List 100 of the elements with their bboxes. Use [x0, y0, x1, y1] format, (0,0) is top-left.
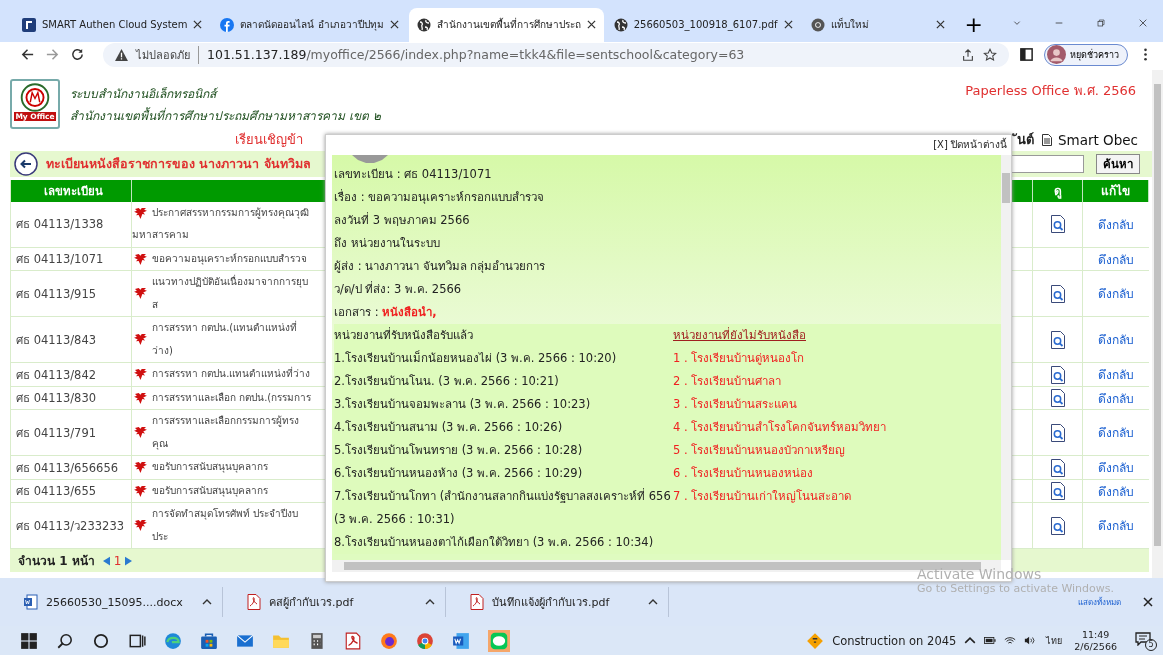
url-text: 101.51.137.189/myoffice/2566/index.php?name=tkk4&file=sentschool&category=63 [207, 47, 745, 63]
share-icon[interactable] [961, 47, 975, 62]
document-subject[interactable]: การสรรหาและเลือก กตปน.(กรรมการ [152, 386, 312, 410]
clock-date[interactable]: 2/6/2566 [1074, 640, 1117, 653]
smart-obec-link[interactable]: Smart Obec [1041, 131, 1138, 148]
caret-up-icon[interactable] [202, 599, 212, 606]
download-item[interactable]: คสผู้กำกับเวร.pdf [223, 587, 446, 618]
notification-icon[interactable] [1135, 631, 1151, 646]
address-bar[interactable]: ไม่ปลอดภัย 101.51.137.189/myoffice/2566/index.php?name=tkk4&file=sentschool&category=63 [103, 42, 1009, 67]
pull-back-link[interactable]: ดึงกลับ [1098, 249, 1134, 269]
received-heading: หน่วยงานที่รับหนังสือรับแล้ว [334, 326, 474, 344]
close-icon[interactable] [783, 20, 793, 30]
close-window-link[interactable]: [X] ปิดหน้าต่างนี้ [933, 137, 1007, 153]
document-subject[interactable]: มหาสารคาม [132, 224, 312, 247]
download-item[interactable]: บันทึกแจ้งผู้กำกับเวร.pdf [446, 587, 669, 618]
pull-back-link[interactable]: ดึงกลับ [1098, 423, 1134, 443]
browser-tab[interactable]: SMART Authen Cloud System [14, 7, 211, 42]
close-icon[interactable] [193, 20, 203, 30]
document-search-icon[interactable] [1049, 482, 1066, 501]
document-search-icon[interactable] [1049, 215, 1066, 234]
clock-time[interactable]: 11:49 [1081, 628, 1110, 641]
document-subject[interactable]: ขอรับการสนับสนุนบุคลากร [152, 479, 268, 503]
ring-icon[interactable] [92, 631, 110, 650]
reload-icon[interactable] [70, 47, 85, 63]
pull-back-link[interactable]: ดึงกลับ [1098, 365, 1134, 385]
next-page-icon[interactable] [125, 555, 133, 566]
invitation-link[interactable]: เรียนเชิญข้า [235, 129, 303, 151]
pull-back-link[interactable]: ดึงกลับ [1098, 516, 1134, 536]
document-subject[interactable]: การสรรหา กตปน.(แทนตำแหน่งที่ว่าง) [152, 317, 312, 363]
close-icon[interactable] [1143, 597, 1153, 608]
pull-back-link[interactable]: ดึงกลับ [1098, 458, 1134, 478]
pull-back-link[interactable]: ดึงกลับ [1098, 388, 1134, 408]
document-search-icon[interactable] [1049, 458, 1066, 477]
previous-page-icon[interactable] [102, 555, 110, 566]
word-icon[interactable] [452, 631, 470, 650]
pull-back-link[interactable]: ดึงกลับ [1098, 481, 1134, 501]
tab-title: 25660503_100918_6107.pdf [633, 19, 778, 31]
document-search-icon[interactable] [1049, 284, 1066, 303]
favicon-icon [22, 17, 36, 32]
close-icon[interactable] [935, 20, 945, 30]
chevron-up-icon[interactable] [964, 636, 977, 646]
pull-back-link[interactable]: ดึงกลับ [1098, 284, 1134, 304]
detail-line: ถึง หน่วยงานในระบบ [334, 234, 441, 252]
document-subject[interactable]: การจัดทำสมุดโทรศัพท์ ประจำปีงบประ [152, 503, 312, 549]
speaker-icon[interactable] [1024, 636, 1037, 646]
star-icon[interactable] [983, 47, 997, 62]
page-number[interactable]: 1 [113, 553, 122, 568]
browser-tab[interactable]: สำนักงานเขตพื้นที่การศึกษาประถ [408, 7, 604, 42]
new-tab-button[interactable]: + [954, 7, 993, 42]
firefox-icon[interactable] [380, 631, 398, 650]
close-icon[interactable] [389, 20, 399, 30]
document-subject[interactable]: ประกาศสรรหากรรมการผู้ทรงคุณวุฒิ [152, 201, 309, 225]
calculator-icon[interactable] [308, 631, 326, 650]
registration-number: ศธ 04113/1338 [16, 216, 104, 234]
download-file-name: 25660530_15095....docx [46, 595, 184, 609]
tab-title: สำนักงานเขตพื้นที่การศึกษาประถ [436, 17, 581, 33]
document-search-icon[interactable] [1049, 330, 1066, 349]
pdf-reader-icon[interactable] [344, 631, 362, 650]
document-search-icon[interactable] [1049, 389, 1066, 408]
search-icon[interactable] [56, 631, 74, 650]
pull-back-link[interactable]: ดึงกลับ [1098, 330, 1134, 350]
browser-tab[interactable]: แท็บใหม่ [802, 7, 953, 42]
browser-tab[interactable]: 25660503_100918_6107.pdf [605, 7, 801, 42]
document-subject[interactable]: ขอรับการสนับสนุนบุคลากร [152, 456, 268, 479]
pdf-file-icon [470, 594, 484, 611]
pdf-file-icon [247, 594, 261, 611]
page-scrollbar[interactable] [1152, 69, 1163, 579]
browser-tab[interactable]: ตลาดนัดออนไลน์ อำเภอวาปีปทุม [212, 7, 407, 42]
language-indicator[interactable]: ไทย [1046, 633, 1063, 648]
sidebar-icon[interactable] [1019, 47, 1034, 63]
download-item[interactable]: 25660530_15095....docx [0, 587, 223, 618]
wifi-icon[interactable] [1004, 636, 1017, 646]
edge-browser-icon[interactable] [164, 631, 182, 650]
weather-text[interactable]: Construction on 2045 [832, 633, 957, 648]
bird-emblem-icon [134, 427, 147, 439]
close-icon[interactable] [586, 20, 596, 30]
document-subject[interactable]: การสรรหาและเลือกกรรมการผู้ทรงคุณ [152, 410, 312, 456]
windows-start-icon[interactable] [20, 631, 38, 650]
store-icon[interactable] [200, 631, 218, 650]
caret-up-icon[interactable] [648, 599, 658, 606]
back-button[interactable] [14, 151, 38, 176]
pending-school: 6 . โรงเรียนบ้านหนองหน่อง [673, 464, 815, 482]
download-file-name: บันทึกแจ้งผู้กำกับเวร.pdf [492, 595, 611, 612]
show-all-link[interactable]: แสดงทั้งหมด [1078, 595, 1121, 609]
vertical-scrollbar[interactable] [1001, 154, 1011, 560]
search-button[interactable]: ค้นหา [1096, 153, 1140, 174]
document-search-icon[interactable] [1049, 365, 1066, 384]
caret-up-icon[interactable] [425, 599, 435, 606]
document-search-icon[interactable] [1049, 423, 1066, 442]
registration-number: ศธ 04113/915 [16, 285, 97, 303]
document-search-icon[interactable] [1049, 516, 1066, 535]
pull-back-link[interactable]: ดึงกลับ [1098, 214, 1134, 234]
restore-icon[interactable] [1097, 16, 1105, 29]
column-header: เลขทะเบียน [10, 179, 132, 202]
battery-icon[interactable] [984, 636, 997, 646]
document-subject[interactable]: แนวทางปฏิบัติอันเนื่องมาจากการยุบส [152, 271, 312, 317]
document-subject[interactable]: ขอความอนุเคราะห์กรอกแบบสำรวจ [152, 247, 307, 271]
profile-button[interactable]: หยุดชั่วคราว [1044, 43, 1128, 66]
chrome-icon[interactable] [416, 631, 434, 650]
document-subject[interactable]: การสรรหา กตปน.แทนตำแหน่งที่ว่าง [152, 363, 311, 386]
